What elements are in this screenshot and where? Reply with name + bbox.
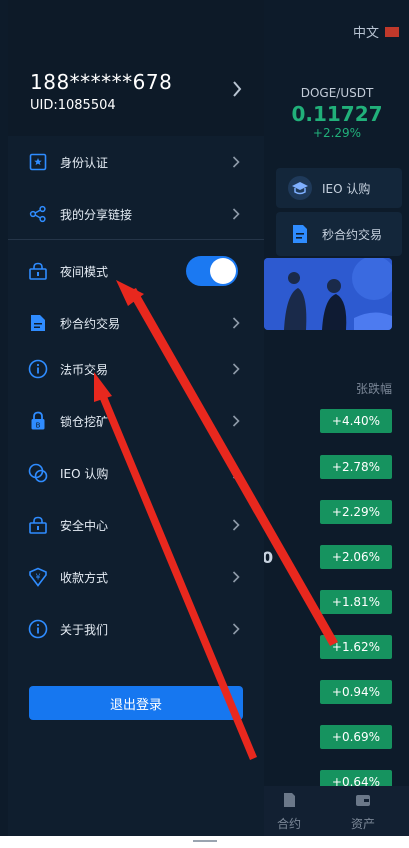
menu-item-security[interactable]: 安全中心: [8, 499, 264, 551]
chevron-right-icon: [233, 81, 242, 97]
side-drawer: 188******678 UID:1085504 身份认证 我的分享链接 夜间模…: [8, 0, 264, 836]
bottom-tab-bar: 合约 资产: [264, 786, 409, 836]
change-cell[interactable]: +2.29%: [320, 500, 392, 524]
china-flag-icon: [385, 26, 399, 37]
share-icon: [28, 204, 48, 224]
language-label: 中文: [352, 26, 379, 41]
tab-contract[interactable]: 合约: [264, 792, 314, 832]
banner-illustration: [264, 258, 392, 330]
padlock-icon: B: [28, 411, 48, 431]
menu-item-label: 秒合约交易: [60, 316, 121, 331]
logout-button[interactable]: 退出登录: [29, 686, 243, 720]
menu-item-label: 我的分享链接: [60, 207, 133, 222]
menu-item-fiat-trade[interactable]: 法币交易: [8, 343, 264, 395]
tab-contract-label: 合约: [276, 817, 301, 831]
chevron-right-icon: [232, 317, 240, 329]
change-cell[interactable]: +2.06%: [320, 545, 392, 569]
change-cell[interactable]: +4.40%: [320, 409, 392, 433]
menu-item-label: 关于我们: [60, 622, 109, 637]
toggle-knob: [210, 258, 236, 284]
ieo-quick-button[interactable]: IEO 认购: [276, 168, 402, 208]
menu-item-about[interactable]: 关于我们: [8, 603, 264, 655]
menu-item-ieo[interactable]: IEO 认购: [8, 447, 264, 499]
menu-item-second-contract[interactable]: 秒合约交易: [8, 297, 264, 349]
account-uid: UID:1085504: [30, 98, 116, 113]
chevron-right-icon: [232, 156, 240, 168]
menu-item-label: 收款方式: [60, 570, 109, 585]
menu-divider: [8, 239, 264, 240]
night-mode-toggle[interactable]: [186, 256, 238, 286]
language-switch[interactable]: 中文: [353, 22, 399, 41]
change-cell[interactable]: +0.94%: [320, 680, 392, 704]
wallet-icon: ¥: [28, 567, 48, 587]
svg-text:B: B: [36, 422, 41, 430]
lock-icon: [28, 261, 48, 281]
menu-item-lock-mining[interactable]: B 锁仓挖矿: [8, 395, 264, 447]
account-header[interactable]: 188******678 UID:1085504: [8, 0, 264, 136]
chevron-right-icon: [232, 415, 240, 427]
home-indicator[interactable]: [193, 840, 217, 842]
menu-item-label: 身份认证: [60, 155, 109, 170]
chevron-right-icon: [232, 571, 240, 583]
chevron-right-icon: [232, 467, 240, 479]
tab-assets-label: 资产: [350, 817, 375, 831]
chevron-right-icon: [232, 519, 240, 531]
chevron-right-icon: [232, 363, 240, 375]
ticker-price: 0.11727: [291, 102, 383, 126]
svg-text:¥: ¥: [35, 573, 40, 582]
ticker-change: +2.29%: [312, 126, 362, 140]
contract-icon: [284, 793, 295, 807]
ieo-quick-label: IEO 认购: [322, 181, 371, 196]
change-cell[interactable]: +0.69%: [320, 725, 392, 749]
change-cell[interactable]: +2.78%: [320, 455, 392, 479]
circles-icon: [28, 463, 48, 483]
graduation-cap-icon: [288, 176, 312, 200]
promo-banner[interactable]: [264, 258, 392, 330]
lock-icon: [28, 515, 48, 535]
menu-item-payment-method[interactable]: ¥ 收款方式: [8, 551, 264, 603]
menu-item-label: 安全中心: [60, 518, 109, 533]
tab-assets[interactable]: 资产: [338, 792, 388, 832]
menu-item-label: 法币交易: [60, 362, 109, 377]
info-icon: [28, 619, 48, 639]
ticker-pair: DOGE/USDT: [300, 86, 374, 100]
menu-item-label: 锁仓挖矿: [60, 414, 109, 429]
second-contract-quick-label: 秒合约交易: [322, 227, 383, 242]
id-card-icon: [28, 152, 48, 172]
change-column-header: 张跌幅: [356, 382, 393, 396]
chevron-right-icon: [232, 623, 240, 635]
account-phone: 188******678: [30, 70, 173, 94]
menu-item-label: IEO 认购: [60, 466, 109, 481]
info-icon: [28, 359, 48, 379]
change-cell[interactable]: +1.62%: [320, 635, 392, 659]
wallet-icon: [356, 795, 370, 806]
menu-item-identity[interactable]: 身份认证: [8, 136, 264, 188]
chevron-right-icon: [232, 208, 240, 220]
document-icon: [28, 313, 48, 333]
document-icon: [293, 225, 307, 243]
second-contract-quick-button[interactable]: 秒合约交易: [276, 212, 402, 256]
home-indicator-bar: [0, 836, 409, 848]
menu-item-share-link[interactable]: 我的分享链接: [8, 188, 264, 240]
ticker-card[interactable]: DOGE/USDT 0.11727 +2.29%: [282, 86, 392, 140]
change-cell[interactable]: +1.81%: [320, 590, 392, 614]
